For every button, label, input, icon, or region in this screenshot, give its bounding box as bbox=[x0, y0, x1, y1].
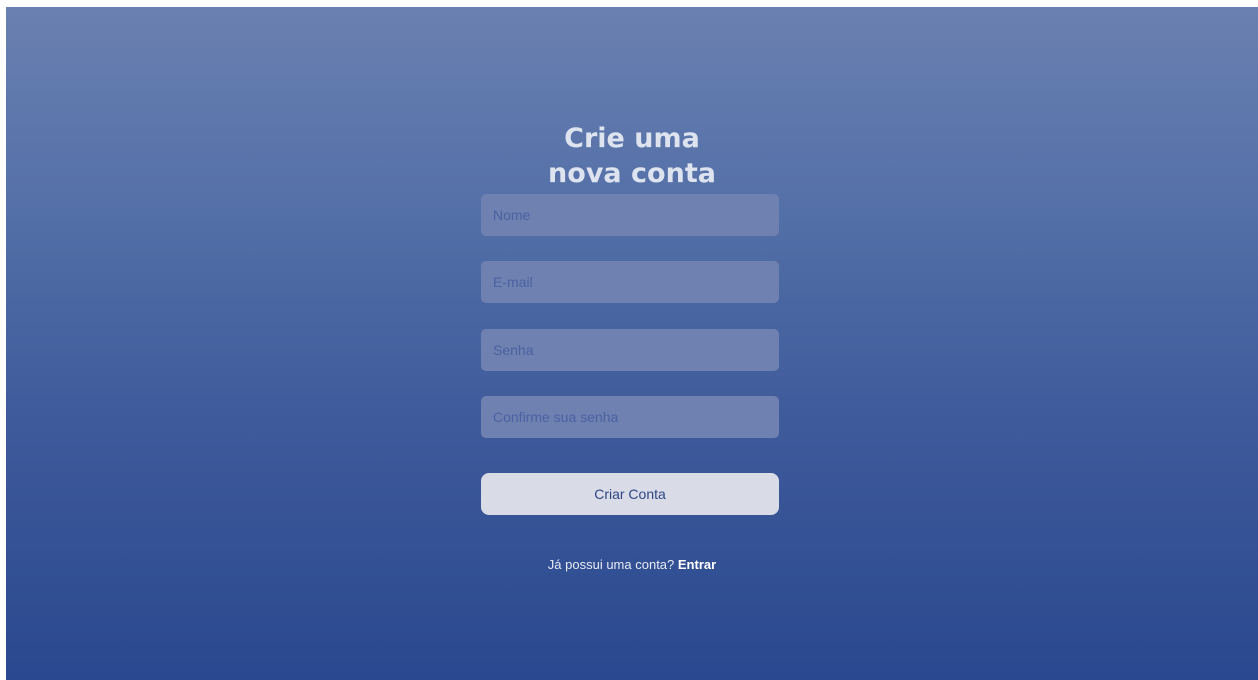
page-title: Crie uma nova conta bbox=[6, 121, 1258, 191]
create-account-button[interactable]: Criar Conta bbox=[481, 473, 779, 515]
page-title-line-2: nova conta bbox=[548, 158, 716, 189]
email-input[interactable] bbox=[481, 261, 779, 303]
login-prompt-text: Já possui uma conta? bbox=[547, 557, 675, 572]
confirm-password-input[interactable] bbox=[481, 396, 779, 438]
signup-page: Crie uma nova conta Criar Conta Já possu… bbox=[6, 7, 1258, 680]
login-prompt: Já possui uma conta? Entrar bbox=[6, 557, 1258, 572]
page-title-line-1: Crie uma bbox=[564, 123, 700, 154]
name-input[interactable] bbox=[481, 194, 779, 236]
password-input[interactable] bbox=[481, 329, 779, 371]
login-link[interactable]: Entrar bbox=[678, 557, 716, 572]
